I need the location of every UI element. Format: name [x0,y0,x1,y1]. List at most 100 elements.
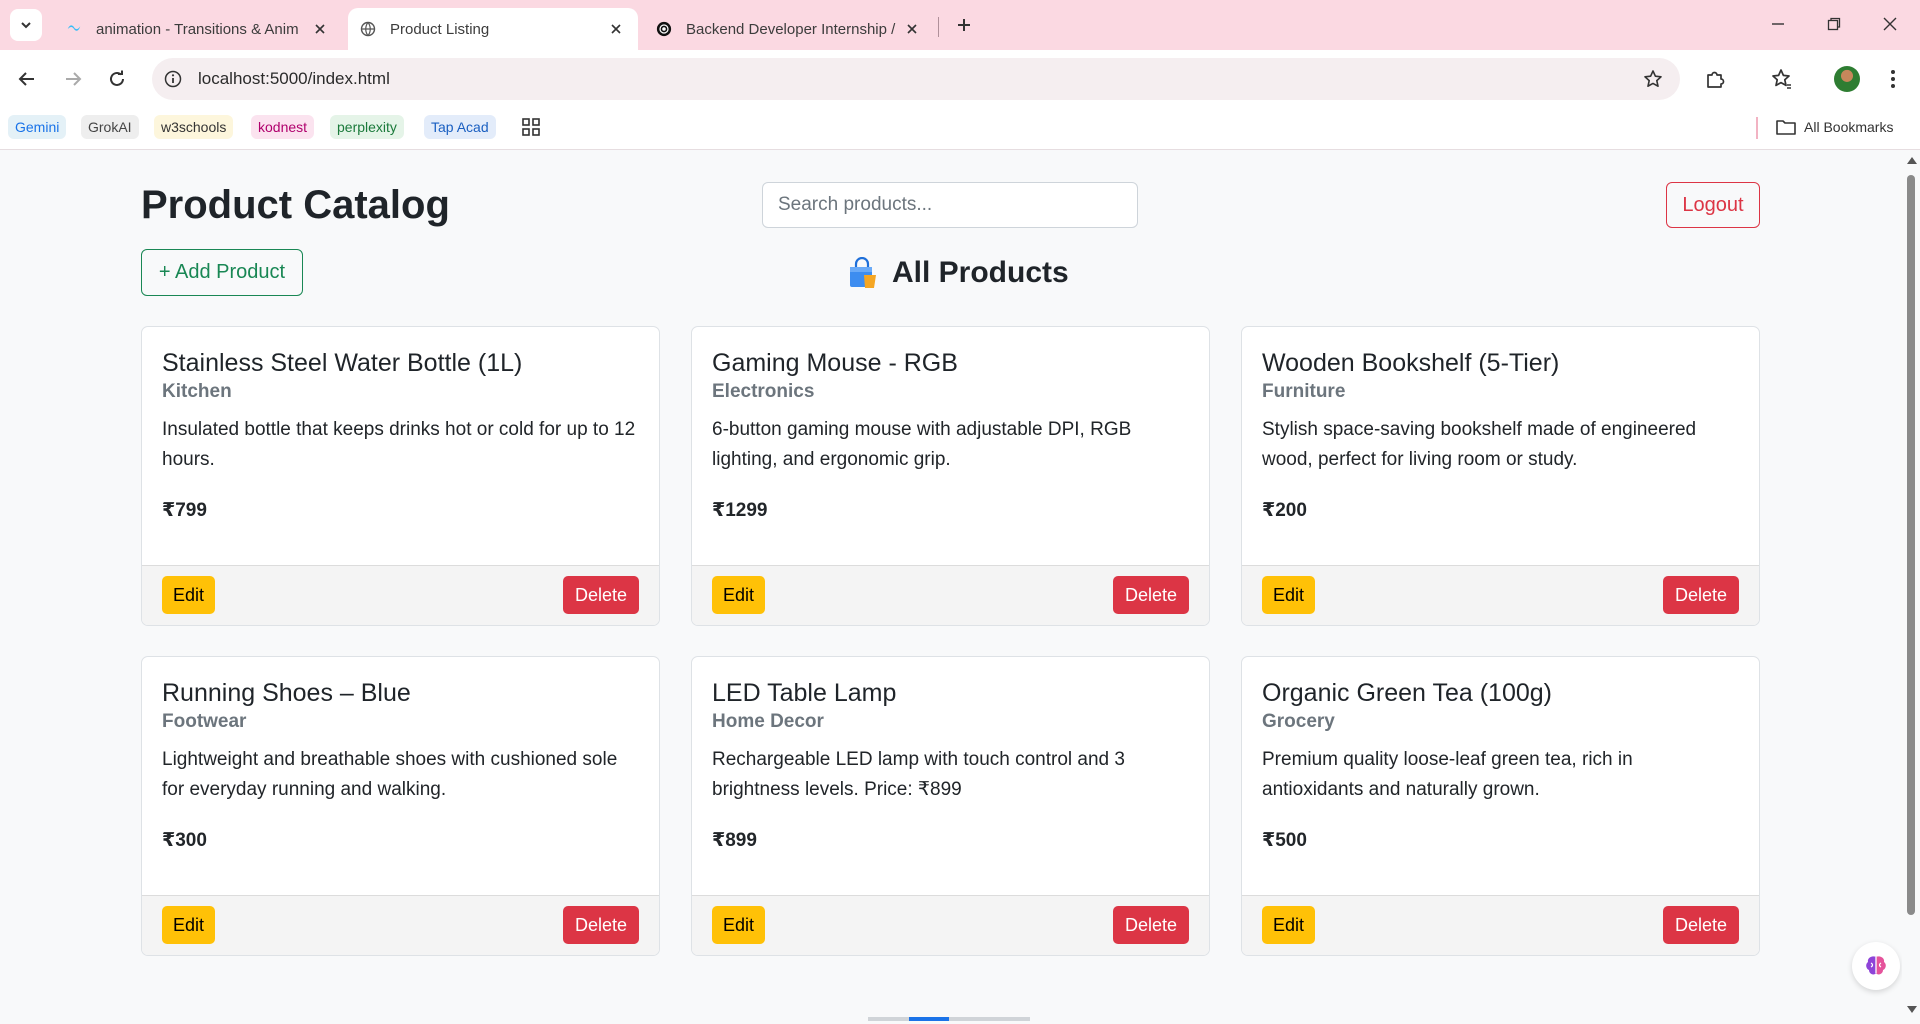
page-viewport: Product Catalog Logout + Add Product All… [0,151,1902,1024]
product-category: Footwear [162,711,247,732]
product-name: Organic Green Tea (100g) [1262,679,1552,707]
product-description: Insulated bottle that keeps drinks hot o… [162,419,636,470]
puzzle-icon [1707,71,1725,88]
tab-title: animation - Transitions & Anim [96,20,299,38]
bookmark-kodnest[interactable]: kodnest [251,115,315,139]
edit-button[interactable]: Edit [712,576,766,614]
restore-button[interactable] [1814,8,1854,40]
product-category: Electronics [712,381,815,402]
tab-separator [938,17,939,37]
product-name: Gaming Mouse - RGB [712,349,958,377]
section-heading-text: All Products [892,256,1069,289]
product-category: Furniture [1262,381,1346,402]
card-footer: Edit Delete [1242,565,1759,625]
all-bookmarks-button[interactable]: All Bookmarks [1776,115,1893,139]
product-category: Kitchen [162,381,232,402]
reload-button[interactable] [102,64,132,94]
close-icon[interactable] [606,19,626,39]
delete-button[interactable]: Delete [1112,576,1189,614]
card-footer: Edit Delete [692,565,1209,625]
edit-button[interactable]: Edit [712,906,766,944]
product-description: 6-button gaming mouse with adjustable DP… [712,419,1132,470]
back-button[interactable] [12,64,42,94]
extensions-button[interactable] [1700,64,1730,94]
edit-button[interactable]: Edit [1262,906,1316,944]
section-heading: All Products [846,253,1069,293]
product-price: ₹799 [162,500,207,521]
add-product-button[interactable]: + Add Product [141,249,303,296]
product-card: LED Table Lamp Home Decor Rechargeable L… [691,656,1210,956]
minimize-button[interactable] [1758,8,1798,40]
product-card: Gaming Mouse - RGB Electronics 6-button … [691,326,1210,626]
edit-button[interactable]: Edit [1262,576,1316,614]
tab-title: Backend Developer Internship / A [686,20,896,38]
product-description: Premium quality loose-leaf green tea, ri… [1262,749,1633,800]
delete-button[interactable]: Delete [1112,906,1189,944]
bookmarks-divider [1756,117,1758,139]
product-description: Lightweight and breathable shoes with cu… [162,749,618,800]
tab-search-button[interactable] [10,9,42,41]
forward-arrow-icon [66,72,82,86]
product-name: Wooden Bookshelf (5-Tier) [1262,349,1560,377]
menu-button[interactable] [1878,64,1908,94]
apps-grid-icon[interactable] [520,116,542,138]
product-price: ₹1299 [712,500,768,521]
bookmark-gemini[interactable]: Gemini [8,115,67,139]
product-name: LED Table Lamp [712,679,897,707]
product-price: ₹300 [162,830,207,851]
scroll-thumb[interactable] [1907,175,1915,915]
tab-animation[interactable]: animation - Transitions & Anim [52,8,342,50]
url-text: localhost:5000/index.html [198,69,390,88]
close-window-button[interactable] [1870,8,1910,40]
close-icon[interactable] [310,19,330,39]
tab-strip: animation - Transitions & Anim Product L… [0,0,1920,50]
bookmark-star-icon[interactable] [1642,68,1664,90]
chevron-down-icon [21,22,31,29]
product-name: Stainless Steel Water Bottle (1L) [162,349,523,377]
tab-backend-internship[interactable]: Backend Developer Internship / A [644,8,934,50]
delete-button[interactable]: Delete [562,906,639,944]
bookmark-w3schools[interactable]: w3schools [154,115,234,139]
browser-toolbar: localhost:5000/index.html [0,50,1920,108]
delete-button[interactable]: Delete [1662,576,1739,614]
product-card: Running Shoes – Blue Footwear Lightweigh… [141,656,660,956]
search-input[interactable] [762,182,1138,228]
card-footer: Edit Delete [142,895,659,955]
close-icon [1883,17,1897,31]
product-card: Organic Green Tea (100g) Grocery Premium… [1241,656,1760,956]
vertical-scrollbar[interactable] [1902,151,1920,1024]
back-arrow-icon [18,72,34,86]
product-category: Grocery [1262,711,1335,732]
brain-icon [1866,956,1886,975]
tailwind-icon [66,21,82,37]
close-icon[interactable] [902,19,922,39]
bookmark-perplexity[interactable]: perplexity [330,115,404,139]
forward-button[interactable] [58,64,88,94]
page-indicator [868,1017,1030,1021]
tab-product-listing[interactable]: Product Listing [348,8,638,50]
logout-button[interactable]: Logout [1666,182,1760,228]
scroll-up-arrow[interactable] [1907,157,1917,164]
product-description: Stylish space-saving bookshelf made of e… [1262,419,1697,470]
product-card: Wooden Bookshelf (5-Tier) Furniture Styl… [1241,326,1760,626]
more-vertical-icon [1891,70,1895,88]
bookmark-tap-acad[interactable]: Tap Acad [424,115,496,139]
page-title: Product Catalog [141,183,450,227]
edit-button[interactable]: Edit [162,576,216,614]
bookmark-grokai[interactable]: GrokAI [81,115,139,139]
edit-button[interactable]: Edit [162,906,216,944]
folder-icon [1776,119,1796,135]
new-tab-button[interactable] [950,11,978,39]
product-price: ₹899 [712,830,757,851]
tab-title: Product Listing [390,20,490,38]
address-bar[interactable]: localhost:5000/index.html [152,58,1680,100]
delete-button[interactable]: Delete [1662,906,1739,944]
scroll-down-arrow[interactable] [1907,1006,1917,1013]
card-footer: Edit Delete [142,565,659,625]
profile-avatar[interactable] [1834,66,1860,92]
delete-button[interactable]: Delete [562,576,639,614]
favorites-button[interactable] [1766,64,1796,94]
site-info-icon[interactable] [162,68,184,90]
globe-icon [360,21,376,37]
ai-assistant-button[interactable] [1852,942,1900,990]
